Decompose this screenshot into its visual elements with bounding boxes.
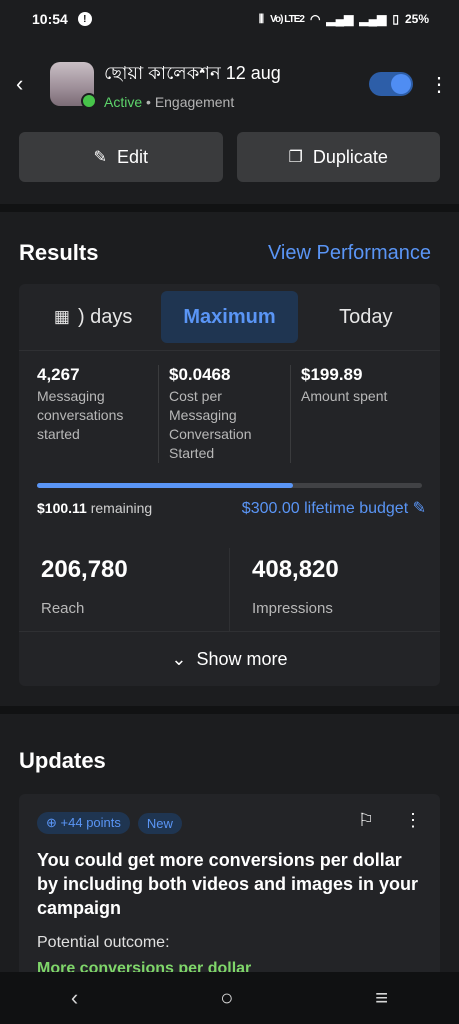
objective-label: Engagement bbox=[154, 93, 235, 110]
chips: ⊕ +44 points New bbox=[37, 812, 182, 834]
battery-icon: ▯ bbox=[392, 12, 399, 26]
update-text: You could get more conversions per dolla… bbox=[37, 850, 419, 918]
impressions-value: 408,820 bbox=[252, 556, 339, 583]
toggle-knob bbox=[391, 74, 411, 94]
active-dot-icon bbox=[81, 93, 97, 109]
remaining-amount: $100.11 bbox=[37, 500, 87, 516]
vibrate-icon: ⦀ bbox=[258, 11, 265, 26]
points-label: +44 points bbox=[60, 815, 121, 830]
action-buttons: ✎ Edit ❐ Duplicate bbox=[0, 132, 459, 182]
bookmark-icon[interactable]: ⚐ bbox=[358, 810, 374, 834]
duplicate-label: Duplicate bbox=[312, 146, 388, 167]
results-card: ▦ ) days Maximum Today 4,267 Messaging c… bbox=[19, 284, 440, 686]
notification-icon: ! bbox=[77, 12, 92, 26]
metric-value: $0.0468 bbox=[169, 365, 231, 384]
card-more-icon[interactable]: ⋮ bbox=[404, 810, 422, 834]
impressions-label: Impressions bbox=[252, 600, 333, 617]
app-header: ‹ ছোয়া কালেকশন 12 aug Active • Engageme… bbox=[0, 38, 459, 130]
section-divider bbox=[0, 706, 459, 714]
budget-remaining: $100.11 remaining bbox=[37, 500, 152, 516]
more-options-icon[interactable]: ⋮ bbox=[429, 72, 449, 97]
show-more-button[interactable]: ⌄ Show more bbox=[19, 632, 440, 686]
nav-back-icon[interactable]: ‹ bbox=[71, 985, 78, 1011]
chevron-down-icon: ⌄ bbox=[171, 648, 187, 669]
tab-maximum[interactable]: Maximum bbox=[161, 291, 298, 343]
lifetime-budget-label: $300.00 lifetime budget bbox=[241, 500, 409, 517]
lifetime-budget-link[interactable]: $300.00 lifetime budget ✎ bbox=[242, 498, 426, 518]
reach-label: Reach bbox=[41, 600, 85, 617]
tab-days-label: ) days bbox=[77, 305, 133, 328]
tab-days[interactable]: ▦ ) days bbox=[25, 291, 161, 343]
calendar-icon: ▦ bbox=[53, 307, 70, 326]
new-chip: New bbox=[137, 812, 182, 834]
updates-title: Updates bbox=[19, 748, 106, 773]
pencil-icon: ✎ bbox=[93, 149, 107, 166]
metric-label: Amount spent bbox=[301, 388, 388, 404]
separator: • bbox=[146, 93, 151, 110]
view-performance-link[interactable]: View Performance bbox=[268, 242, 431, 265]
reach-value: 206,780 bbox=[41, 556, 128, 583]
section-divider bbox=[0, 204, 459, 212]
campaign-toggle[interactable] bbox=[369, 72, 413, 96]
battery-percent: 25% bbox=[404, 12, 429, 26]
nav-home-icon[interactable]: ○ bbox=[220, 985, 233, 1011]
status-active: Active bbox=[104, 93, 143, 110]
back-arrow-icon[interactable]: ‹ bbox=[16, 71, 38, 97]
clock: 10:54 bbox=[32, 11, 68, 27]
impressions-metric: 408,820 Impressions bbox=[229, 548, 440, 631]
tab-maximum-label: Maximum bbox=[183, 305, 276, 328]
reach-metric: 206,780 Reach bbox=[19, 548, 229, 631]
signal-icon: ▂▄▆ bbox=[326, 12, 354, 26]
nav-recents-icon[interactable]: ≡ bbox=[375, 985, 388, 1011]
budget-row: $100.11 remaining $300.00 lifetime budge… bbox=[19, 488, 440, 518]
system-nav-bar: ‹ ○ ≡ bbox=[0, 972, 459, 1024]
metric-label: Cost per Messaging Conversation Started bbox=[169, 388, 252, 461]
campaign-subtitle: Active • Engagement bbox=[104, 94, 369, 110]
edit-pencil-icon: ✎ bbox=[412, 500, 426, 517]
edit-label: Edit bbox=[116, 146, 148, 167]
metric-amount-spent: $199.89 Amount spent bbox=[290, 365, 422, 463]
network-label: Vo) LTE2 bbox=[270, 13, 305, 25]
points-chip: ⊕ +44 points bbox=[37, 812, 130, 834]
budget-progress-fill bbox=[37, 483, 294, 488]
copy-icon: ❐ bbox=[288, 149, 303, 166]
duplicate-button[interactable]: ❐ Duplicate bbox=[236, 132, 440, 182]
budget-progress-bar bbox=[37, 483, 422, 488]
results-header: Results View Performance bbox=[0, 212, 459, 266]
show-more-label: Show more bbox=[196, 648, 288, 669]
remaining-suffix: remaining bbox=[90, 500, 153, 516]
tab-today-label: Today bbox=[339, 305, 393, 328]
campaign-title: ছোয়া কালেকশন 12 aug bbox=[104, 62, 281, 83]
metrics-row: 4,267 Messaging conversations started $0… bbox=[19, 351, 440, 463]
campaign-thumbnail bbox=[50, 62, 97, 109]
status-bar: 10:54 ! ⦀ Vo) LTE2 ◠ ▂▄▆ ▂▄▆ ▯ 25% bbox=[0, 0, 459, 38]
outcome-label: Potential outcome: bbox=[37, 934, 170, 951]
signal-icon-2: ▂▄▆ bbox=[359, 12, 387, 26]
metric-conversations: 4,267 Messaging conversations started bbox=[37, 365, 158, 463]
results-title: Results bbox=[19, 240, 99, 265]
date-range-tabs: ▦ ) days Maximum Today bbox=[19, 284, 440, 351]
metric-value: $199.89 bbox=[301, 365, 363, 384]
wifi-icon: ◠ bbox=[309, 12, 321, 26]
edit-button[interactable]: ✎ Edit bbox=[19, 132, 223, 182]
metric-cost-per: $0.0468 Cost per Messaging Conversation … bbox=[158, 365, 290, 463]
arrow-up-circle-icon: ⊕ bbox=[46, 815, 57, 830]
update-card[interactable]: ⊕ +44 points New ⚐ ⋮ You could get more … bbox=[19, 794, 440, 992]
metric-value: 4,267 bbox=[37, 365, 80, 384]
tab-today[interactable]: Today bbox=[298, 291, 434, 343]
reach-row: 206,780 Reach 408,820 Impressions bbox=[19, 548, 440, 632]
metric-label: Messaging conversations started bbox=[37, 388, 124, 442]
